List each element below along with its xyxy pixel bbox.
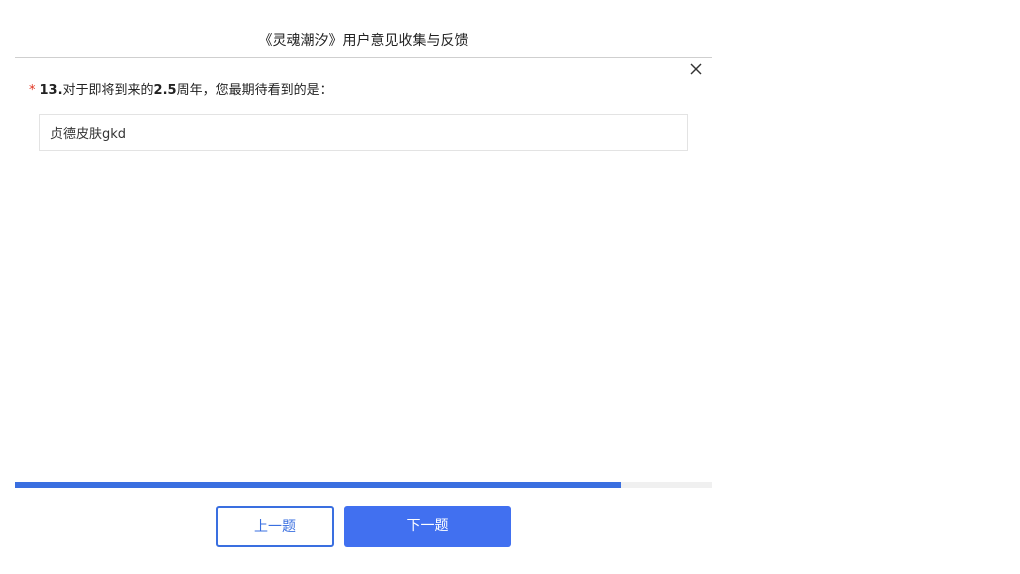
question-text-before: 对于即将到来的 — [62, 83, 154, 98]
progress-bar — [15, 482, 712, 488]
question-number: 13. — [39, 83, 63, 98]
question-text: * 13.对于即将到来的2.5周年，您最期待看到的是： — [29, 81, 333, 101]
close-icon — [690, 63, 702, 75]
progress-fill — [15, 482, 621, 488]
survey-title: 《灵魂潮汐》用户意见收集与反馈 — [258, 33, 469, 49]
survey-header: 《灵魂潮汐》用户意见收集与反馈 — [15, 0, 712, 58]
prev-question-button[interactable]: 上一题 — [216, 506, 334, 547]
answer-field — [39, 114, 688, 151]
next-question-button[interactable]: 下一题 — [344, 506, 511, 547]
close-button[interactable] — [687, 60, 705, 78]
answer-input[interactable] — [40, 115, 670, 150]
required-mark: * — [29, 83, 36, 98]
question-text-emph: 2.5 — [153, 83, 177, 98]
survey-panel: 《灵魂潮汐》用户意见收集与反馈 * 13.对于即将到来的2.5周年，您最期待看到的… — [15, 0, 712, 574]
question-text-after: 周年，您最期待看到的是： — [176, 83, 333, 98]
